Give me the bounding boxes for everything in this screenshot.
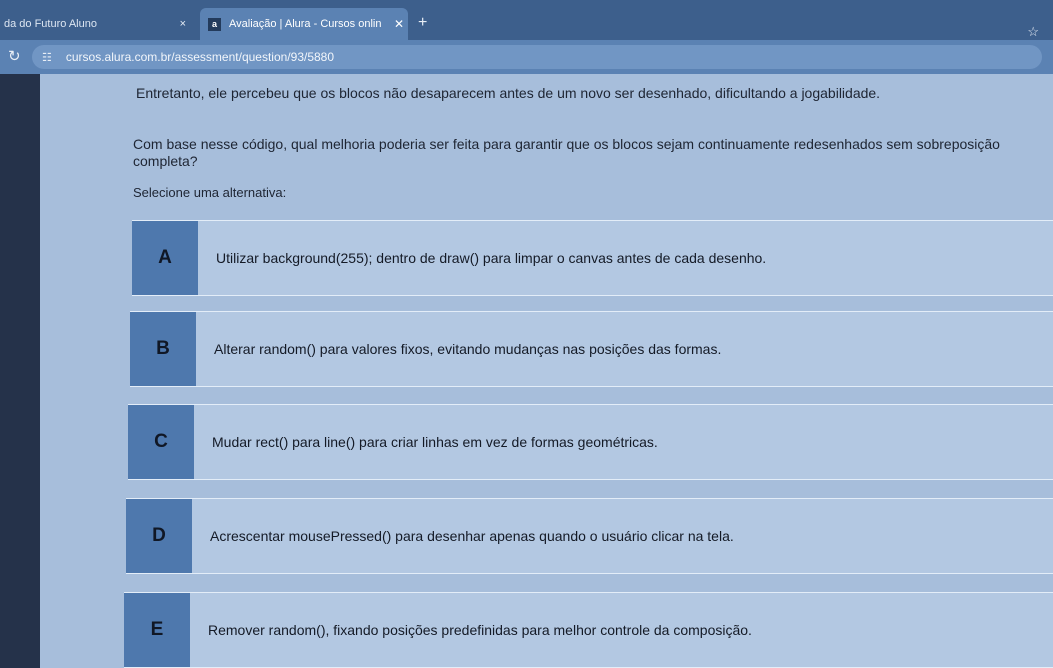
alura-favicon-icon: a xyxy=(208,17,221,31)
site-settings-icon[interactable]: ☷ xyxy=(42,51,52,64)
option-letter: E xyxy=(124,593,190,667)
tab-inactive[interactable]: da do Futuro Aluno × xyxy=(0,8,200,40)
left-gutter xyxy=(0,74,40,668)
option-letter: C xyxy=(128,405,194,479)
option-d[interactable]: D Acrescentar mousePressed() para desenh… xyxy=(126,498,1053,574)
new-tab-button[interactable]: + xyxy=(418,14,427,32)
option-letter: D xyxy=(126,499,192,573)
url-text: cursos.alura.com.br/assessment/question/… xyxy=(65,50,335,64)
tab-active[interactable]: a Avaliação | Alura - Cursos onlin ✕ xyxy=(200,8,408,40)
option-b[interactable]: B Alterar random() para valores fixos, e… xyxy=(130,311,1053,387)
address-bar: ↻ ☷ cursos.alura.com.br/assessment/quest… xyxy=(0,40,1053,74)
option-text: Remover random(), fixando posições prede… xyxy=(208,622,752,638)
url-field[interactable]: ☷ cursos.alura.com.br/assessment/questio… xyxy=(32,45,1042,69)
close-tab-icon[interactable]: × xyxy=(180,18,186,30)
tab-title: Avaliação | Alura - Cursos onlin xyxy=(229,18,382,30)
tab-title: da do Futuro Aluno xyxy=(4,18,97,30)
option-letter: B xyxy=(130,312,196,386)
question-context: Entretanto, ele percebeu que os blocos n… xyxy=(136,85,881,101)
instruction-label: Selecione uma alternativa: xyxy=(133,185,287,200)
option-a[interactable]: A Utilizar background(255); dentro de dr… xyxy=(132,220,1053,296)
option-text: Utilizar background(255); dentro de draw… xyxy=(216,250,767,266)
star-icon[interactable]: ☆ xyxy=(1027,24,1039,40)
option-text: Alterar random() para valores fixos, evi… xyxy=(214,341,722,357)
option-letter: A xyxy=(132,221,198,295)
option-c[interactable]: C Mudar rect() para line() para criar li… xyxy=(128,404,1053,480)
question-prompt: Com base nesse código, qual melhoria pod… xyxy=(133,136,1000,169)
option-e[interactable]: E Remover random(), fixando posições pre… xyxy=(124,592,1053,668)
tab-bar: da do Futuro Aluno × a Avaliação | Alura… xyxy=(0,0,1053,40)
option-text: Acrescentar mousePressed() para desenhar… xyxy=(210,528,734,544)
close-tab-icon[interactable]: ✕ xyxy=(390,17,408,31)
option-text: Mudar rect() para line() para criar linh… xyxy=(212,434,658,450)
reload-icon[interactable]: ↻ xyxy=(8,47,21,65)
